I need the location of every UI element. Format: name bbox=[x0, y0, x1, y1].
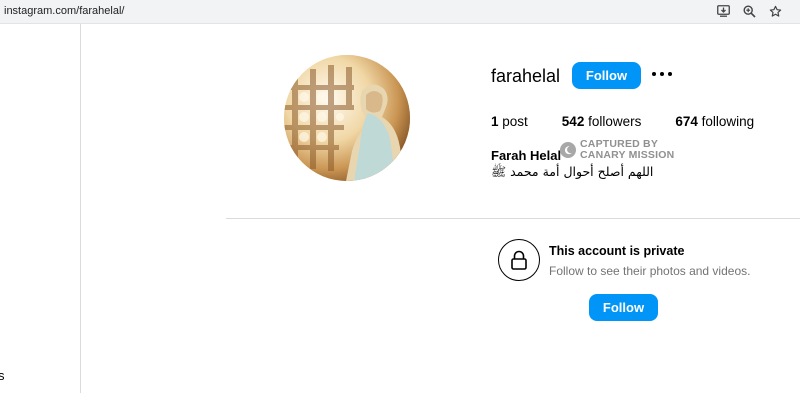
avatar-image bbox=[284, 55, 410, 181]
watermark-line2: CANARY MISSION bbox=[580, 149, 675, 161]
posts-stat: 1 post bbox=[491, 114, 528, 129]
dot-icon bbox=[668, 72, 672, 76]
bookmark-star-icon[interactable] bbox=[768, 4, 782, 18]
install-app-icon[interactable] bbox=[716, 4, 730, 18]
profile-username: farahelal bbox=[491, 66, 561, 86]
left-nav-sidebar: s bbox=[0, 24, 81, 393]
profile-avatar[interactable] bbox=[284, 55, 410, 181]
sidebar-item-label-partial[interactable]: s bbox=[0, 368, 5, 383]
private-account-title: This account is private bbox=[549, 244, 685, 258]
follow-button[interactable]: Follow bbox=[572, 62, 641, 89]
lock-icon bbox=[498, 239, 540, 281]
dot-icon bbox=[652, 72, 656, 76]
zoom-icon[interactable] bbox=[742, 4, 756, 18]
address-bar-actions bbox=[716, 4, 782, 18]
watermark-logo-icon bbox=[560, 142, 576, 158]
followers-stat[interactable]: 542 followers bbox=[562, 114, 642, 129]
private-account-subtitle: Follow to see their photos and videos. bbox=[549, 264, 751, 278]
browser-address-bar[interactable]: instagram.com/farahelal/ bbox=[0, 0, 800, 24]
dot-icon bbox=[660, 72, 664, 76]
followers-count: 542 bbox=[561, 114, 585, 129]
followers-label: followers bbox=[584, 114, 642, 129]
posts-count: 1 bbox=[491, 114, 499, 129]
url-text[interactable]: instagram.com/farahelal/ bbox=[4, 5, 124, 17]
profile-stats: 1 post 542 followers 674 following bbox=[491, 114, 754, 129]
private-follow-button[interactable]: Follow bbox=[589, 294, 658, 321]
watermark-text: CAPTURED BY CANARY MISSION bbox=[580, 139, 674, 161]
profile-full-name: Farah Helal bbox=[491, 148, 562, 163]
canary-mission-watermark: CAPTURED BY CANARY MISSION bbox=[560, 139, 674, 161]
posts-label: post bbox=[498, 114, 528, 129]
following-count: 674 bbox=[675, 114, 698, 129]
profile-divider bbox=[226, 218, 800, 219]
profile-bio: اللهم أصلح أحوال أمة محمد ﷺ bbox=[491, 164, 654, 179]
following-label: following bbox=[697, 114, 755, 129]
more-options-icon[interactable] bbox=[652, 66, 672, 82]
following-stat[interactable]: 674 following bbox=[675, 114, 754, 129]
